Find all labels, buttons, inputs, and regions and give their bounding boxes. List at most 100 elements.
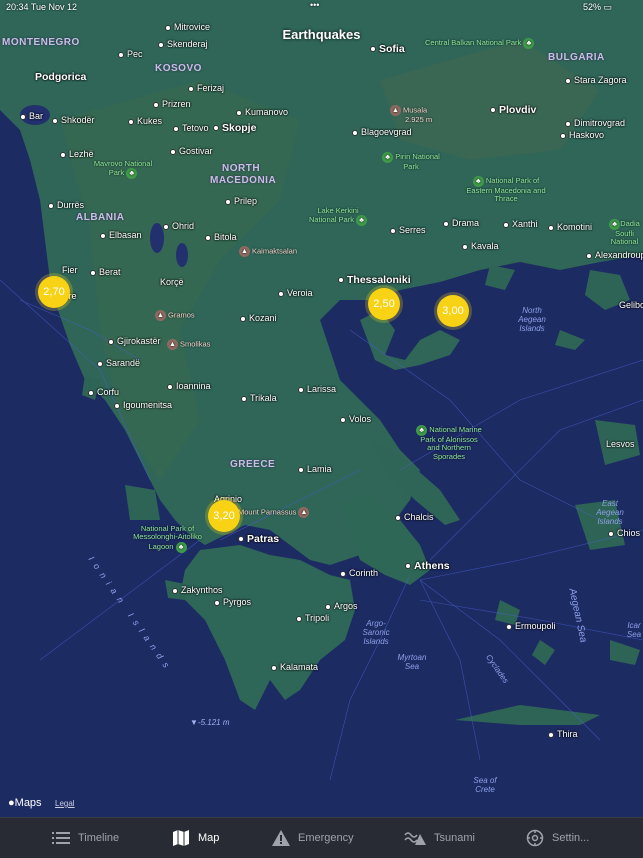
city-label: Prilep [225, 196, 257, 207]
park-label[interactable]: ♣ Pirin National Park [376, 152, 446, 171]
multitask-dots[interactable]: ••• [310, 0, 319, 10]
sea-label: North Aegean Islands [518, 306, 546, 333]
city-label: Skenderaj [158, 39, 208, 50]
city-label: Ohrid [163, 221, 194, 232]
city-label: Komotini [548, 222, 592, 233]
mountain-icon: ▲ [239, 246, 250, 257]
apple-logo-icon: ● [8, 797, 15, 809]
city-label: Ioannina [167, 381, 211, 392]
peak-label[interactable]: ▲ Kaimaktsalan [239, 246, 297, 257]
map-title: Earthquakes [282, 27, 361, 42]
city-label: Argos [325, 601, 358, 612]
tab-emergency[interactable]: Emergency [272, 826, 354, 850]
city-label: Pec [118, 49, 143, 60]
park-label[interactable]: ♣ National Marine Park of Alonissos and … [414, 425, 484, 461]
city-label: Patras [238, 533, 279, 546]
city-label: Durrës [48, 200, 84, 211]
city-label: Fier [62, 265, 78, 275]
city-label: Gostivar [170, 146, 213, 157]
sea-label: East Aegean Islands [596, 499, 624, 526]
city-label: Stara Zagora [565, 75, 627, 86]
tsunami-icon [404, 830, 426, 846]
mountain-icon: ▲ [298, 507, 310, 518]
peak-label[interactable]: ▲ Smolikas [167, 339, 210, 350]
city-label: Zakynthos [172, 585, 223, 596]
park-label[interactable]: ♣ National Park of Eastern Macedonia and… [466, 176, 546, 204]
city-label: Bar [20, 111, 43, 122]
city-label: Prizren [153, 99, 191, 110]
city-label: Blagoevgrad [352, 127, 412, 138]
settings-icon [526, 829, 544, 847]
city-label: Drama [443, 218, 479, 229]
country-label: MACEDONIA [210, 175, 277, 186]
city-label: Elbasan [100, 230, 142, 241]
maps-attribution: ●Maps [8, 797, 42, 809]
sea-label: Icar Sea [626, 621, 642, 639]
list-icon [52, 831, 70, 845]
city-label: Haskovo [560, 130, 604, 141]
city-label: Pyrgos [214, 597, 251, 608]
peak-label[interactable]: Mount Parnassus ▲ [238, 507, 311, 518]
city-label: Athens [405, 560, 450, 573]
city-label: Trikala [241, 393, 277, 404]
tab-timeline[interactable]: Timeline [52, 826, 119, 850]
city-label: Kumanovo [236, 107, 288, 118]
city-label: Xanthi [503, 219, 538, 230]
city-label: Bitola [205, 232, 237, 243]
city-label: Shkodër [52, 115, 95, 126]
tab-settings[interactable]: Settin... [526, 826, 589, 850]
park-label[interactable]: Mavrovo National Park ♣ [93, 159, 153, 180]
sea-label: Sea of Crete [473, 776, 497, 794]
city-label: Lezhë [60, 149, 94, 160]
country-label: KOSOVO [155, 63, 202, 74]
city-label: Lesvos [606, 439, 635, 449]
legal-link[interactable]: Legal [55, 799, 75, 809]
park-label[interactable]: Central Balkan National Park ♣ [425, 38, 535, 49]
depth-label: ▼-5.121 m [190, 718, 230, 727]
city-label: Kukes [128, 116, 162, 127]
city-label: Gjirokastër [108, 336, 161, 347]
map-base [0, 0, 643, 817]
earthquake-marker[interactable]: 2,70 [38, 276, 70, 308]
earthquake-marker[interactable]: 2,50 [368, 288, 400, 320]
map-view[interactable]: 20:34 Tue Nov 12 ••• 52% ▭ Earthquakes M… [0, 0, 643, 817]
park-label[interactable]: ♣ Dadia Soufli National [606, 219, 643, 247]
status-time: 20:34 Tue Nov 12 [6, 2, 78, 12]
earthquake-marker[interactable]: 3,00 [437, 295, 469, 327]
city-label: Kalamata [271, 662, 318, 673]
peak-label[interactable]: ▲ Gramos [155, 310, 195, 321]
city-label: Serres [390, 225, 426, 236]
city-label: Tetovo [173, 123, 209, 134]
city-label: Plovdiv [490, 104, 536, 117]
peak-label[interactable]: ▲ Musala 2.925 m [390, 105, 432, 124]
city-label: Thira [548, 729, 578, 740]
city-label: Lamia [298, 464, 332, 475]
city-label: Mitrovice [165, 22, 210, 33]
country-label: MONTENEGRO [2, 37, 80, 48]
city-label: Ferizaj [188, 83, 224, 94]
city-label: Volos [340, 414, 371, 425]
tab-tsunami[interactable]: Tsunami [404, 826, 475, 850]
earthquake-marker[interactable]: 3,20 [208, 500, 240, 532]
city-label: Skopje [213, 122, 256, 135]
country-label: NORTH [222, 163, 261, 174]
city-label: Corfu [88, 387, 119, 398]
city-label: Alexandroup [586, 250, 643, 261]
park-label[interactable]: National Park of Messolonghi-Aitoliko La… [125, 524, 210, 553]
tree-icon: ♣ [175, 541, 187, 553]
city-label: Corinth [340, 568, 378, 579]
country-label: GREECE [230, 459, 276, 470]
map-icon [172, 830, 190, 846]
city-label: Chios [608, 528, 640, 539]
city-label: Sofia [370, 43, 405, 56]
city-label: Larissa [298, 384, 336, 395]
tree-icon: ♣ [523, 38, 535, 49]
mountain-icon: ▲ [167, 339, 178, 350]
mountain-icon: ▲ [155, 310, 166, 321]
city-label: Gelibo [619, 300, 643, 310]
park-label[interactable]: Lake Kerkini National Park ♣ [303, 206, 373, 227]
city-label: Sarandë [97, 358, 140, 369]
tab-map[interactable]: Map [172, 826, 219, 850]
city-label: Korçë [160, 277, 184, 287]
warning-icon [272, 830, 290, 846]
